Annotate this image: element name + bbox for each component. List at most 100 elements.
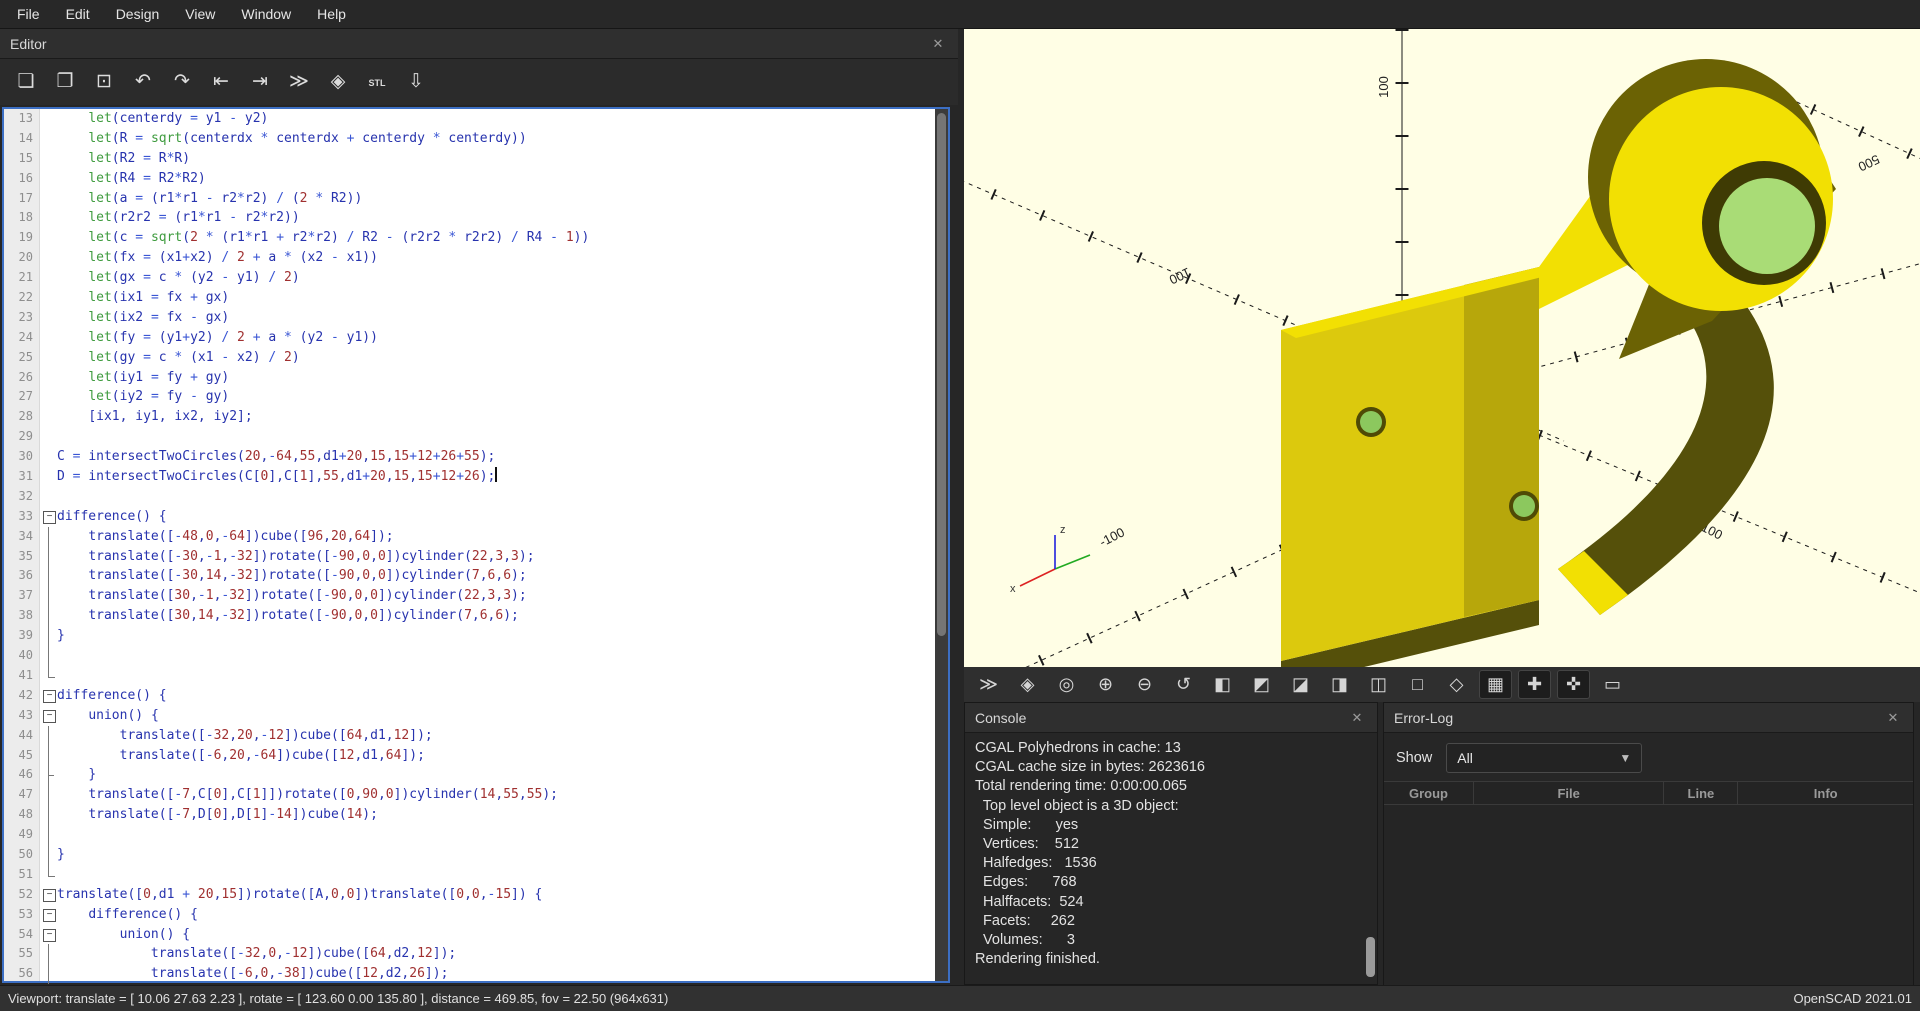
preview-button[interactable]: ≫ [283,67,315,97]
code-line[interactable] [57,427,935,447]
save-button[interactable]: ⊡ [88,67,120,97]
menu-help[interactable]: Help [304,0,359,28]
code-line[interactable]: let(gy = c * (x1 - x2) / 2) [57,348,935,368]
zoom-all-button[interactable]: ◎ [1050,670,1083,699]
menu-view[interactable]: View [172,0,228,28]
code-line[interactable]: C = intersectTwoCircles(20,-64,55,d1+20,… [57,447,935,467]
indent-button[interactable]: ⇥ [244,67,276,97]
menu-file[interactable]: File [4,0,53,28]
view-top-button[interactable]: ◩ [1245,670,1278,699]
editor-close-icon[interactable]: ✕ [928,36,948,52]
code-line[interactable]: difference() { [57,686,935,706]
code-line[interactable]: union() { [57,706,935,726]
render-button[interactable]: ◈ [1011,670,1044,699]
code-line[interactable]: let(fx = (x1+x2) / 2 + a * (x2 - x1)) [57,248,935,268]
code-line[interactable]: } [57,765,935,785]
code-line[interactable]: union() { [57,925,935,945]
code-line[interactable]: D = intersectTwoCircles(C[0],C[1],55,d1+… [57,467,935,487]
code-editor[interactable]: 1314151617181920212223242526272829303132… [2,107,950,983]
code-line[interactable] [57,666,935,686]
code-line[interactable]: } [57,845,935,865]
code-line[interactable]: let(R2 = R*R) [57,149,935,169]
code-line[interactable]: [ix1, iy1, ix2, iy2]; [57,407,935,427]
menu-window[interactable]: Window [228,0,304,28]
fold-toggle[interactable] [40,925,57,945]
code-line[interactable] [57,865,935,885]
view-front-button[interactable]: ◫ [1362,670,1395,699]
code-fold-gutter[interactable] [40,109,57,981]
error-filter-dropdown[interactable]: All ▼ [1446,743,1642,773]
code-line[interactable]: let(fy = (y1+y2) / 2 + a * (y2 - y1)) [57,328,935,348]
code-line[interactable] [57,825,935,845]
orthographic-button[interactable]: ▦ [1479,670,1512,699]
error-log-column-group[interactable]: Group [1384,782,1474,804]
code-line[interactable]: translate([-32,20,-12])cube([64,d1,12]); [57,726,935,746]
code-line[interactable]: translate([-7,C[0],C[1]])rotate([0,90,0]… [57,785,935,805]
show-axes-button[interactable]: ✚ [1518,670,1551,699]
code-line[interactable]: let(R4 = R2*R2) [57,169,935,189]
zoom-out-button[interactable]: ⊖ [1128,670,1161,699]
fold-toggle[interactable] [40,686,57,706]
view-left-button[interactable]: ◨ [1323,670,1356,699]
code-line[interactable]: translate([-48,0,-64])cube([96,20,64]); [57,527,935,547]
code-line[interactable]: translate([30,-1,-32])rotate([-90,0,0])c… [57,586,935,606]
console-scrollbar-thumb[interactable] [1366,937,1375,977]
code-line[interactable]: translate([-30,-1,-32])rotate([-90,0,0])… [57,547,935,567]
code-text-area[interactable]: let(centerdy = y1 - y2) let(R = sqrt(cen… [57,109,935,981]
error-log-column-line[interactable]: Line [1664,782,1738,804]
console-close-icon[interactable]: ✕ [1347,710,1367,726]
editor-scrollbar[interactable] [935,109,948,981]
open-button[interactable]: ❐ [49,67,81,97]
code-line[interactable] [57,646,935,666]
error-log-close-icon[interactable]: ✕ [1883,710,1903,726]
code-line[interactable]: difference() { [57,507,935,527]
unindent-button[interactable]: ⇤ [205,67,237,97]
fold-toggle[interactable] [40,706,57,726]
code-line[interactable]: let(ix1 = fx + gx) [57,288,935,308]
code-line[interactable]: let(iy1 = fy + gy) [57,368,935,388]
new-file-button[interactable]: ❏ [10,67,42,97]
view-all-button[interactable]: ▭ [1596,670,1629,699]
fold-toggle[interactable] [40,507,57,527]
code-line[interactable]: translate([-7,D[0],D[1]-14])cube(14); [57,805,935,825]
code-line[interactable]: difference() { [57,905,935,925]
perspective-button[interactable]: ◇ [1440,670,1473,699]
fold-toggle[interactable] [40,905,57,925]
show-scale-markers-button[interactable]: ✜ [1557,670,1590,699]
code-line[interactable]: let(ix2 = fx - gx) [57,308,935,328]
error-log-column-info[interactable]: Info [1738,782,1913,804]
code-line[interactable]: let(a = (r1*r1 - r2*r2) / (2 * R2)) [57,189,935,209]
view-back-button[interactable]: □ [1401,670,1434,699]
3d-viewport[interactable]: 100 100 -100 500 -100 x z [964,29,1920,667]
view-right-button[interactable]: ◧ [1206,670,1239,699]
code-line[interactable]: translate([30,14,-32])rotate([-90,0,0])c… [57,606,935,626]
code-line[interactable]: translate([-6,0,-38])cube([12,d2,26]); [57,964,935,981]
error-log-column-file[interactable]: File [1474,782,1664,804]
menu-design[interactable]: Design [103,0,173,28]
reset-view-button[interactable]: ↺ [1167,670,1200,699]
redo-button[interactable]: ↷ [166,67,198,97]
view-bottom-button[interactable]: ◪ [1284,670,1317,699]
menu-edit[interactable]: Edit [53,0,103,28]
code-line[interactable]: let(c = sqrt(2 * (r1*r1 + r2*r2) / R2 - … [57,228,935,248]
editor-scrollbar-thumb[interactable] [937,113,946,636]
send-to-3d-print-button[interactable]: ⇩ [400,67,432,97]
export-stl-button[interactable]: STL [361,67,393,97]
code-line[interactable]: let(gx = c * (y2 - y1) / 2) [57,268,935,288]
code-line[interactable]: let(iy2 = fy - gy) [57,387,935,407]
fold-toggle[interactable] [40,885,57,905]
console-output[interactable]: CGAL Polyhedrons in cache: 13CGAL cache … [965,733,1377,985]
code-line[interactable]: translate([-32,0,-12])cube([64,d2,12]); [57,944,935,964]
code-line[interactable] [57,487,935,507]
render-button[interactable]: ◈ [322,67,354,97]
preview-button[interactable]: ≫ [972,670,1005,699]
code-line[interactable]: let(r2r2 = (r1*r1 - r2*r2)) [57,208,935,228]
undo-button[interactable]: ↶ [127,67,159,97]
code-line[interactable]: translate([0,d1 + 20,15])rotate([A,0,0])… [57,885,935,905]
code-line[interactable]: let(centerdy = y1 - y2) [57,109,935,129]
code-line[interactable]: let(R = sqrt(centerdx * centerdx + cente… [57,129,935,149]
code-line[interactable]: translate([-6,20,-64])cube([12,d1,64]); [57,746,935,766]
code-line[interactable]: translate([-30,14,-32])rotate([-90,0,0])… [57,566,935,586]
code-line[interactable]: } [57,626,935,646]
zoom-in-button[interactable]: ⊕ [1089,670,1122,699]
